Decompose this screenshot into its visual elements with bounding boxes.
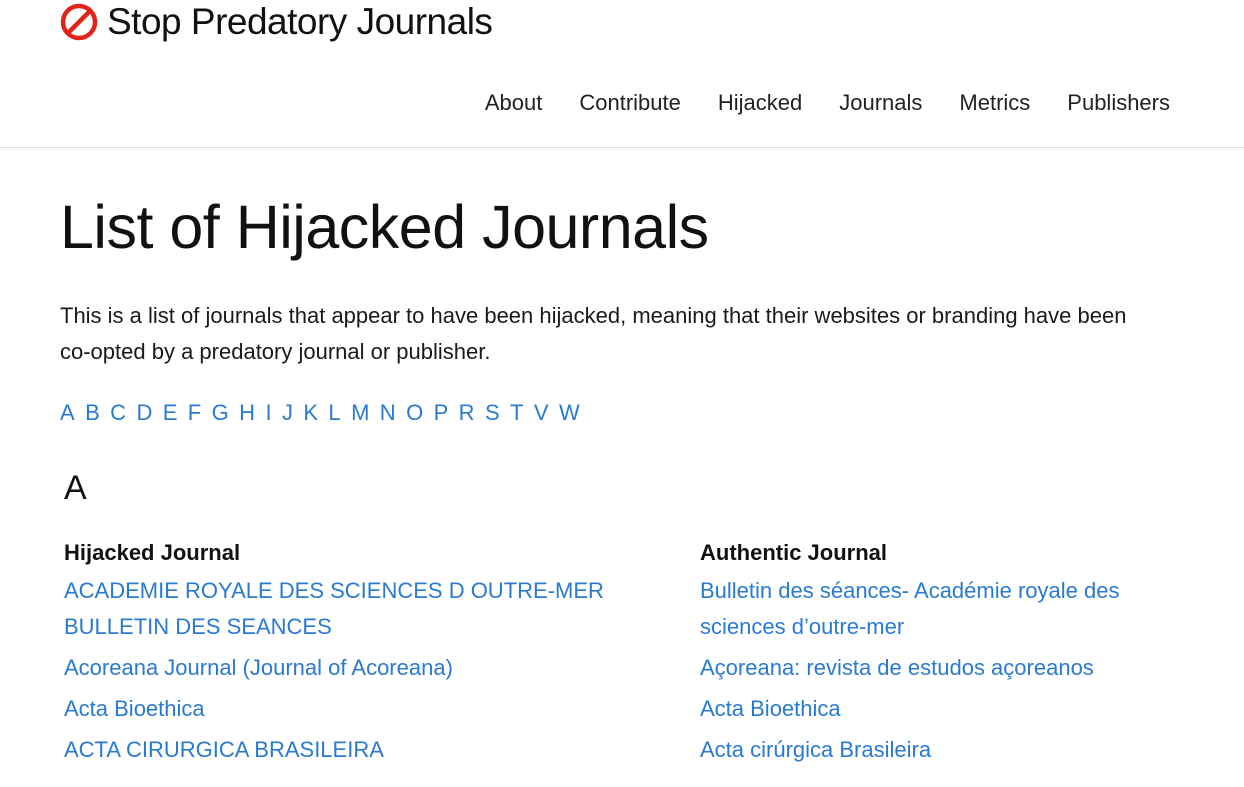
authentic-journal-link[interactable]: Açoreana: revista de estudos açoreanos	[700, 655, 1094, 680]
letter-link-h[interactable]: H	[239, 398, 255, 428]
letter-link-d[interactable]: D	[136, 398, 152, 428]
table-cell-authentic: Bulletin des séances- Académie royale de…	[700, 568, 1174, 645]
intro-text: This is a list of journals that appear t…	[60, 303, 1127, 364]
site-brand-link[interactable]: Stop Predatory Journals	[60, 0, 493, 44]
letter-link-f[interactable]: F	[188, 398, 201, 428]
main-nav: About Contribute Hijacked Journals Metri…	[448, 88, 1170, 118]
letter-link-c[interactable]: C	[110, 398, 126, 428]
letter-link-n[interactable]: N	[380, 398, 396, 428]
letter-link-m[interactable]: M	[351, 398, 369, 428]
hijacked-journal-link[interactable]: Acoreana Journal (Journal of Acoreana)	[64, 655, 453, 680]
authentic-journal-link[interactable]: Acta Bioethica	[700, 696, 841, 721]
page-title: List of Hijacked Journals	[60, 193, 709, 261]
section-heading-a: A	[64, 469, 87, 507]
table-cell-authentic: Acta Bioethica	[700, 686, 1174, 727]
authentic-journal-link[interactable]: Bulletin des séances- Académie royale de…	[700, 578, 1119, 639]
hijacked-journal-link[interactable]: ACADEMIE ROYALE DES SCIENCES D OUTRE-MER…	[64, 578, 604, 639]
table-cell-hijacked: ACTA CIRURGICA BRASILEIRA	[64, 727, 700, 768]
letter-link-t[interactable]: T	[510, 398, 523, 428]
column-header-hijacked: Hijacked Journal	[64, 540, 241, 565]
letter-link-p[interactable]: P	[434, 398, 449, 428]
nav-publishers[interactable]: Publishers	[1067, 88, 1170, 118]
nav-about[interactable]: About	[485, 88, 543, 118]
nav-journals[interactable]: Journals	[839, 88, 922, 118]
column-header-authentic: Authentic Journal	[700, 540, 888, 565]
letter-link-w[interactable]: W	[559, 398, 580, 428]
site-header: Stop Predatory Journals About Contribute…	[0, 0, 1244, 148]
site-title: Stop Predatory Journals	[107, 1, 493, 42]
letter-link-r[interactable]: R	[459, 398, 475, 428]
letter-link-o[interactable]: O	[406, 398, 423, 428]
table-cell-hijacked: Acoreana Journal (Journal of Acoreana)	[64, 645, 700, 686]
authentic-journal-link[interactable]: Acta cirúrgica Brasileira	[700, 737, 931, 762]
main-content: List of Hijacked Journals This is a list…	[60, 148, 1180, 768]
table-cell-authentic: Acta cirúrgica Brasileira	[700, 727, 1174, 768]
letter-link-j[interactable]: J	[282, 398, 293, 428]
letter-link-b[interactable]: B	[85, 398, 100, 428]
hijacked-journal-link[interactable]: Acta Bioethica	[64, 696, 205, 721]
prohibited-icon	[60, 3, 98, 41]
letter-link-a[interactable]: A	[60, 398, 75, 428]
table-cell-hijacked: Acta Bioethica	[64, 686, 700, 727]
journal-table: Hijacked Journal Authentic Journal ACADE…	[64, 538, 1174, 768]
letter-link-s[interactable]: S	[485, 398, 500, 428]
nav-metrics[interactable]: Metrics	[959, 88, 1030, 118]
letter-link-v[interactable]: V	[534, 398, 549, 428]
nav-contribute[interactable]: Contribute	[579, 88, 681, 118]
letter-index: A B C D E F G H I J K L M N O P R S T V …	[60, 398, 1180, 428]
nav-hijacked[interactable]: Hijacked	[718, 88, 802, 118]
letter-link-i[interactable]: I	[265, 398, 271, 428]
letter-link-k[interactable]: K	[303, 398, 318, 428]
hijacked-journal-link[interactable]: ACTA CIRURGICA BRASILEIRA	[64, 737, 384, 762]
table-cell-hijacked: ACADEMIE ROYALE DES SCIENCES D OUTRE-MER…	[64, 568, 700, 645]
letter-link-l[interactable]: L	[328, 398, 340, 428]
table-cell-authentic: Açoreana: revista de estudos açoreanos	[700, 645, 1174, 686]
letter-link-e[interactable]: E	[163, 398, 178, 428]
letter-link-g[interactable]: G	[212, 398, 229, 428]
